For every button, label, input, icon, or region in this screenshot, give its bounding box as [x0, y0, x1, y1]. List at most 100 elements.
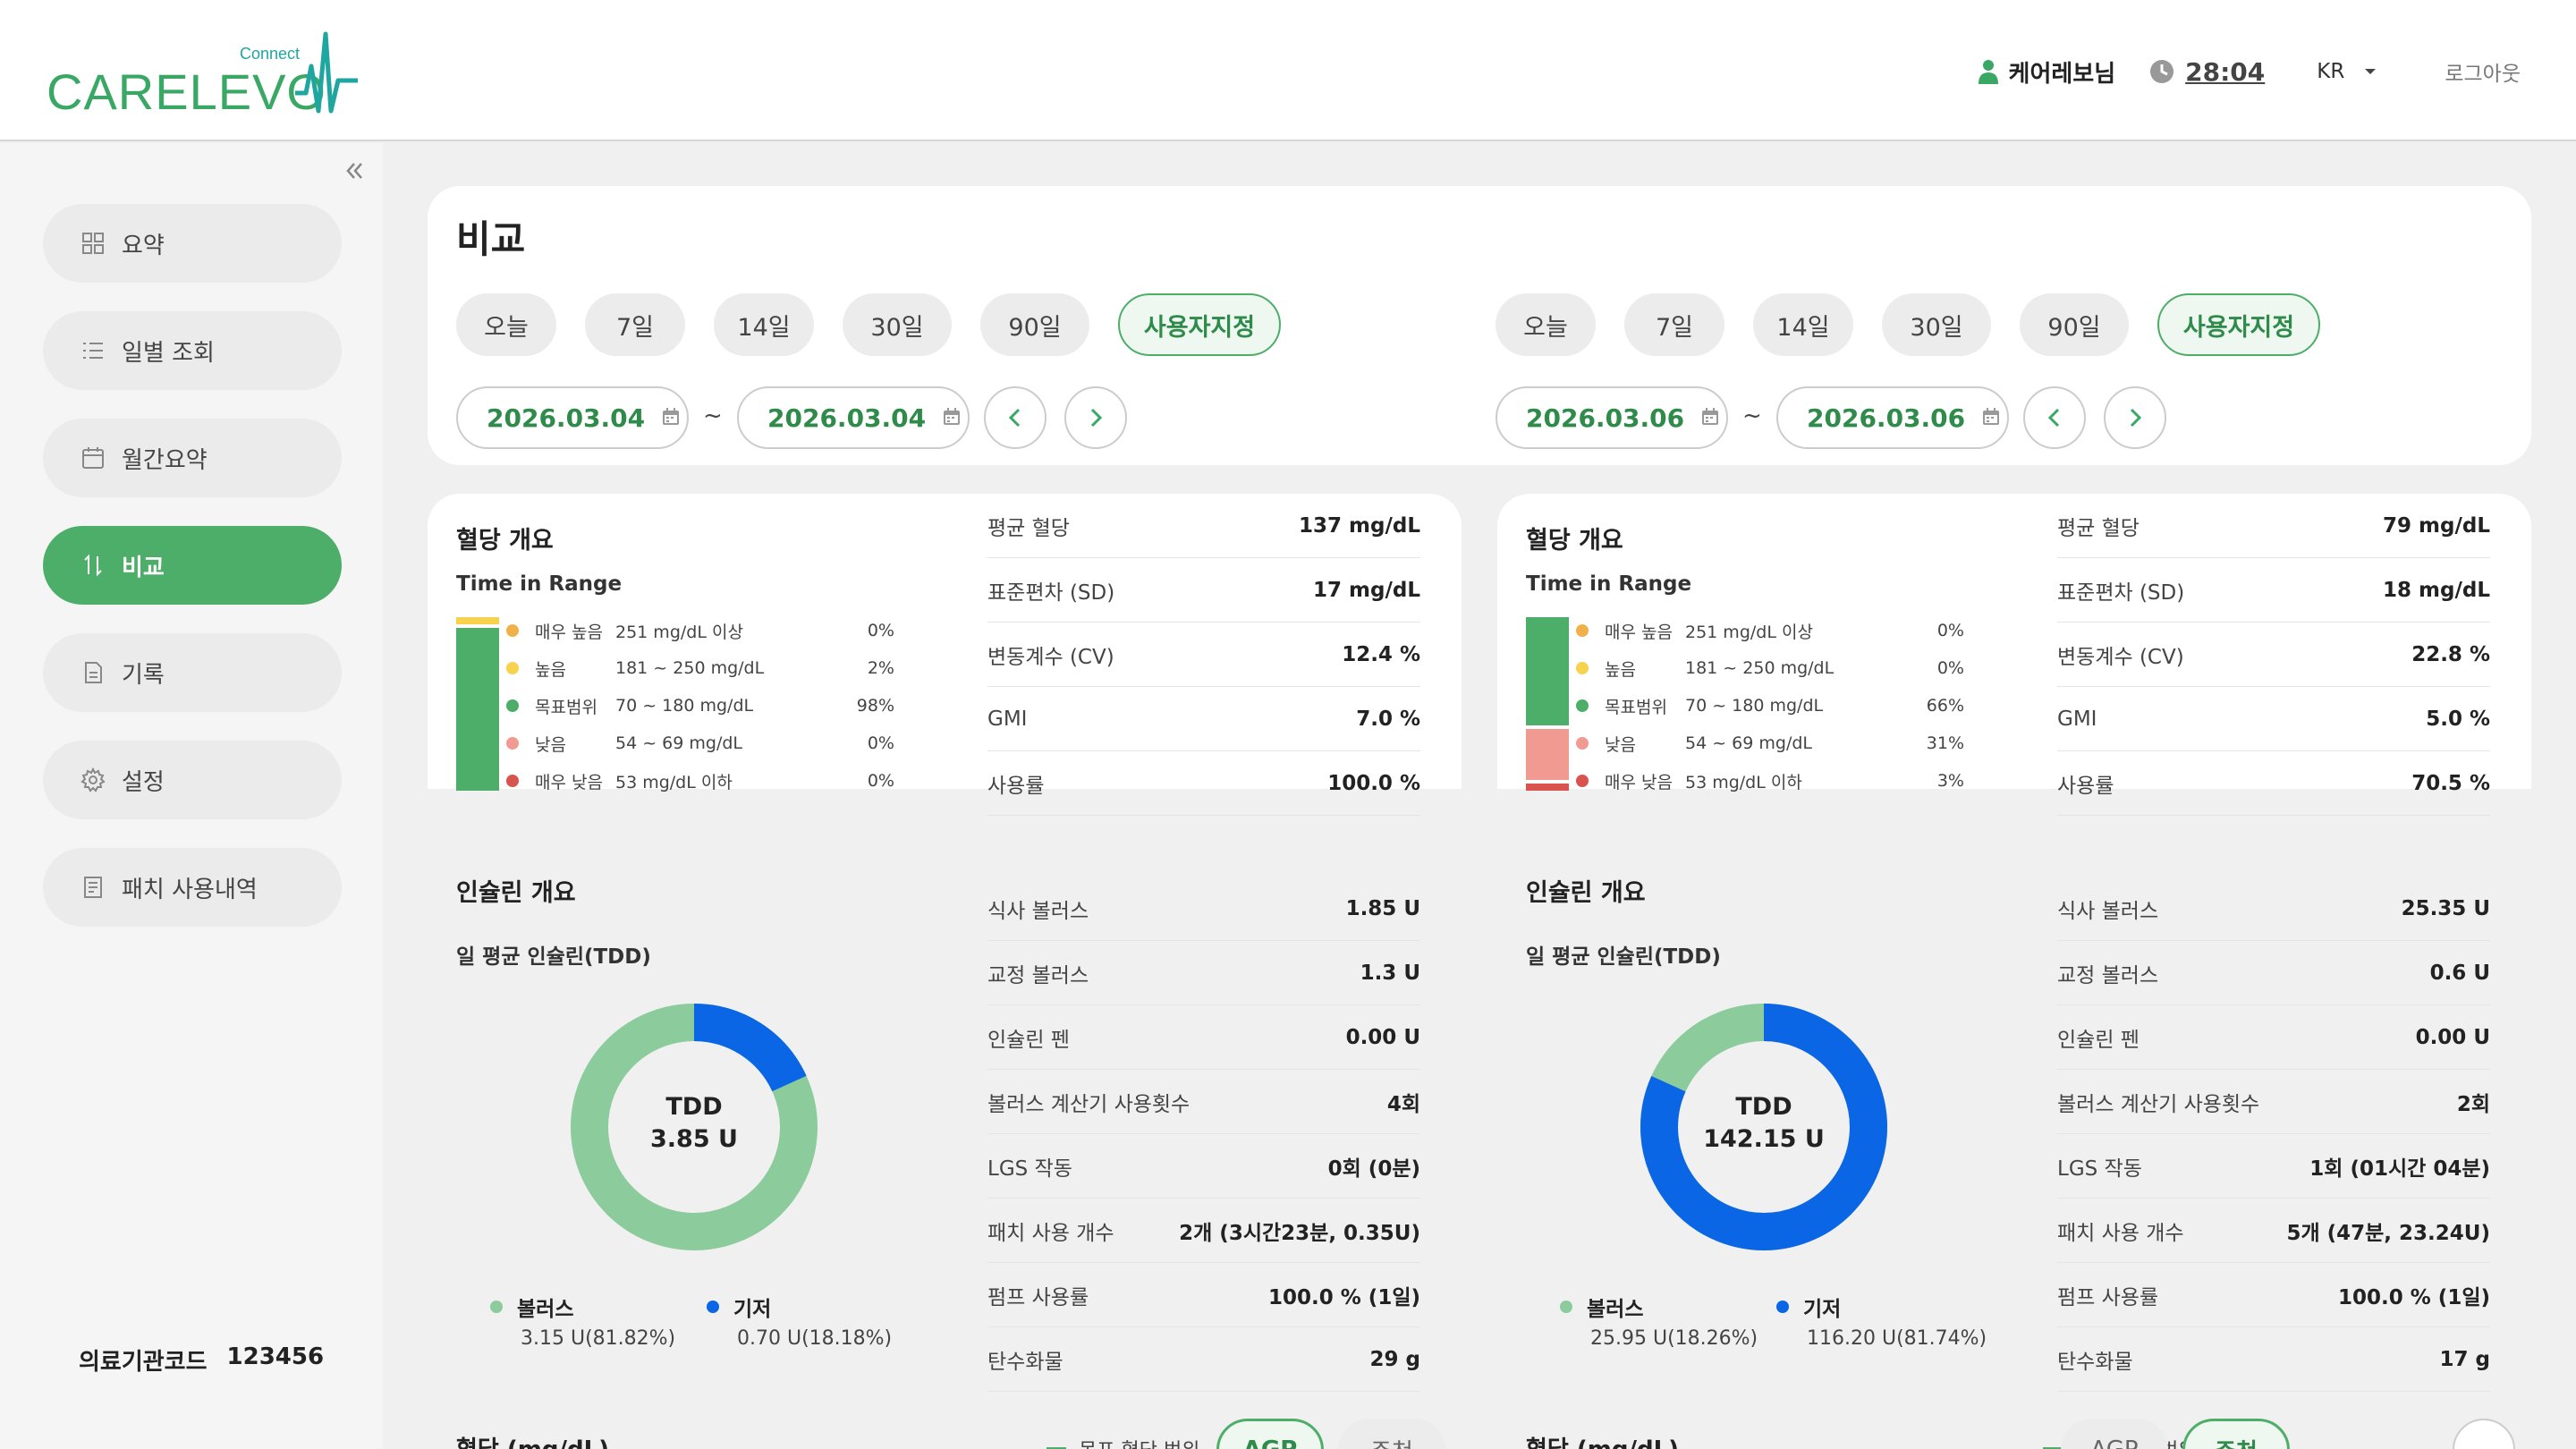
chevron-left-icon [1008, 408, 1021, 428]
legend-dot [490, 1301, 503, 1313]
sidebar-item-records[interactable]: 기록 [43, 633, 342, 712]
range-pill-4[interactable]: 90일 [980, 293, 1089, 356]
weekly-button[interactable]: 주천 [1338, 1419, 1445, 1449]
tir-legend-row: 목표범위 70 ~ 180 mg/dL 98% [506, 692, 894, 719]
language-select[interactable]: KR [2317, 60, 2377, 83]
range-pill-1[interactable]: 7일 [585, 293, 685, 356]
range-pill-5[interactable]: 사용자지정 [1118, 293, 1281, 356]
start-date-picker[interactable]: 2026.03.04 [456, 386, 689, 449]
basal-legend: 기저 116.20 U(81.74%) [1776, 1292, 1987, 1350]
level-label: 목표범위 [535, 697, 597, 717]
level-percent: 3% [1936, 771, 1964, 791]
insulin-stat-row: 탄수화물 29 g [987, 1327, 1420, 1392]
tir-legend-row: 매우 낮음 53 mg/dL 이하 0% [506, 767, 894, 794]
level-label: 목표범위 [1605, 697, 1667, 717]
prev-period-button[interactable] [2023, 386, 2086, 449]
agp-button[interactable]: AGP [2061, 1419, 2168, 1449]
insulin-stat-row: 패치 사용 개수 5개 (47분, 23.24U) [2057, 1199, 2490, 1263]
sidebar-item-label: 요약 [122, 232, 165, 259]
range-pill-3[interactable]: 30일 [843, 293, 952, 356]
legend-dot [1576, 699, 1589, 712]
stat-label: 표준편차 (SD) [2057, 580, 2185, 605]
insulin-stat-row: 펌프 사용률 100.0 % (1일) [2057, 1263, 2490, 1327]
range-pill-4[interactable]: 90일 [2020, 293, 2129, 356]
chevron-left-icon [2047, 408, 2060, 428]
gear-icon [80, 767, 106, 792]
tdd-value: 3.85 U [650, 1125, 738, 1153]
page-title: 비교 [456, 217, 526, 261]
list-icon [83, 343, 103, 359]
stat-label: 탄수화물 [987, 1350, 1063, 1374]
prev-period-button[interactable] [984, 386, 1046, 449]
sidebar-item-monthly[interactable]: 월간요약 [43, 419, 342, 497]
tdd-center-label: TDD 142.15 U [1640, 1091, 1887, 1156]
chevron-right-icon [1090, 408, 1103, 428]
stat-label: 사용률 [2057, 774, 2114, 798]
level-range: 54 ~ 69 mg/dL [615, 733, 743, 753]
range-pill-0[interactable]: 오늘 [1496, 293, 1596, 356]
tir-title: Time in Range [456, 572, 623, 596]
level-label: 높음 [535, 659, 566, 680]
sidebar-item-daily[interactable]: 일별 조회 [43, 311, 342, 390]
clock-icon [2150, 60, 2174, 83]
tir-legend-row: 높음 181 ~ 250 mg/dL 0% [1576, 655, 1964, 682]
agp-button[interactable]: AGP [1216, 1419, 1324, 1449]
level-label: 낮음 [1605, 734, 1636, 755]
glucose-overview-title: 혈당 개요 [456, 527, 554, 555]
basal-legend: 기저 0.70 U(18.18%) [707, 1292, 892, 1350]
level-label: 매우 높음 [535, 622, 603, 642]
legend-dot [1560, 1301, 1572, 1313]
range-pill-2[interactable]: 14일 [714, 293, 814, 356]
weekly-button[interactable]: 주천 [2182, 1419, 2290, 1449]
glucose-chart-title: 혈당 (mg/dL) [1526, 1431, 1679, 1449]
legend-dot [506, 775, 519, 787]
next-period-button[interactable] [1064, 386, 1127, 449]
timer-value: 28:04 [2185, 56, 2266, 87]
tir-legend-row: 낮음 54 ~ 69 mg/dL 31% [1576, 730, 1964, 757]
end-date-value: 2026.03.04 [767, 402, 927, 433]
session-timer[interactable]: 28:04 [2149, 57, 2265, 87]
end-date-picker[interactable]: 2026.03.04 [737, 386, 970, 449]
grid-icon [82, 233, 104, 254]
stat-label: 교정 볼러스 [2057, 963, 2159, 987]
calendar-icon [82, 447, 104, 469]
collapse-sidebar-icon[interactable] [340, 157, 367, 184]
glucose-stat-row: 변동계수 (CV) 22.8 % [2057, 623, 2490, 687]
tir-legend-row: 낮음 54 ~ 69 mg/dL 0% [506, 730, 894, 757]
level-range: 181 ~ 250 mg/dL [615, 658, 765, 678]
range-pill-5[interactable]: 사용자지정 [2157, 293, 2320, 356]
sidebar-item-label: 설정 [122, 768, 165, 796]
stat-value: 12.4 % [1342, 642, 1420, 666]
level-percent: 0% [867, 771, 894, 791]
end-date-picker[interactable]: 2026.03.06 [1776, 386, 2009, 449]
logout-button[interactable]: 로그아웃 [2445, 56, 2521, 87]
language-value: KR [2317, 60, 2345, 83]
chevron-right-icon [2130, 408, 2142, 428]
stat-value: 0.6 U [2429, 961, 2490, 985]
target-range-label: 목표 혈당 범위 [1079, 1435, 1199, 1449]
user-icon [1978, 60, 1998, 84]
tir-segment-2 [456, 627, 499, 791]
range-pill-0[interactable]: 오늘 [456, 293, 556, 356]
calendar-icon [942, 403, 962, 433]
stat-value: 29 g [1369, 1347, 1420, 1371]
sidebar-item-summary[interactable]: 요약 [43, 204, 342, 283]
sidebar-item-patch-history[interactable]: 패치 사용내역 [43, 848, 342, 927]
range-pill-1[interactable]: 7일 [1624, 293, 1724, 356]
stat-value: 1.3 U [1360, 961, 1420, 985]
stat-label: 식사 볼러스 [987, 899, 1089, 923]
user-info[interactable]: 케어레보님 [1978, 55, 2115, 89]
bolus-label: 볼러스 [1587, 1298, 1644, 1321]
sidebar-item-compare[interactable]: 비교 [43, 526, 342, 605]
legend-dot [506, 699, 519, 712]
start-date-picker[interactable]: 2026.03.06 [1496, 386, 1728, 449]
carelevo-logo[interactable]: CARELEVO Connect [47, 30, 360, 116]
glucose-stat-row: 사용률 100.0 % [987, 751, 1420, 816]
next-period-button[interactable] [2104, 386, 2166, 449]
range-pill-2[interactable]: 14일 [1753, 293, 1853, 356]
stat-value: 22.8 % [2411, 642, 2490, 666]
stat-label: 탄수화물 [2057, 1350, 2133, 1374]
sidebar-item-label: 월간요약 [122, 446, 208, 474]
range-pill-3[interactable]: 30일 [1882, 293, 1991, 356]
sidebar-item-settings[interactable]: 설정 [43, 741, 342, 819]
